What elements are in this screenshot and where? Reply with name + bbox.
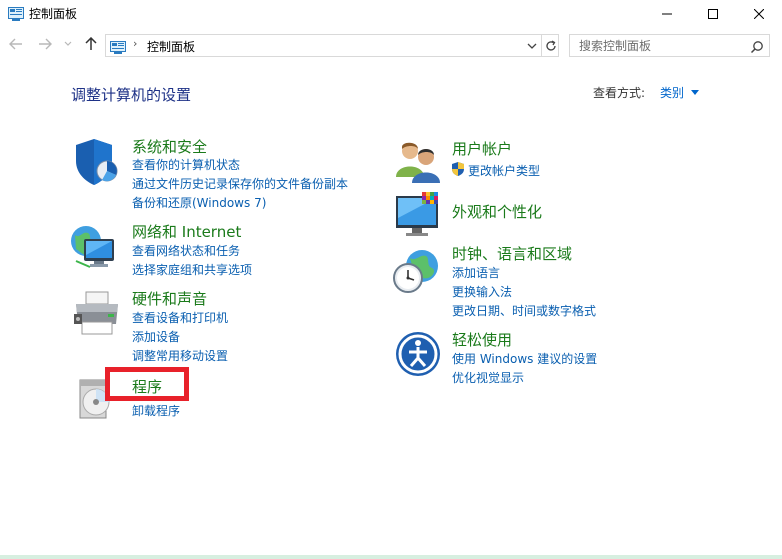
title-bar: 控制面板 xyxy=(0,0,782,28)
refresh-button[interactable] xyxy=(541,35,559,56)
link-homegroup-sharing[interactable]: 选择家庭组和共享选项 xyxy=(132,261,252,278)
view-by-label: 查看方式: xyxy=(593,86,646,100)
address-bar[interactable]: › 控制面板 xyxy=(105,34,559,57)
category-title-user-accounts[interactable]: 用户帐户 xyxy=(452,138,512,159)
minimize-button[interactable] xyxy=(644,0,690,28)
navigation-bar: › 控制面板 xyxy=(0,31,782,58)
link-add-language[interactable]: 添加语言 xyxy=(452,264,500,281)
recent-locations-button[interactable] xyxy=(62,35,74,53)
link-add-device[interactable]: 添加设备 xyxy=(132,328,180,345)
bottom-border xyxy=(0,555,782,559)
link-file-history-backup[interactable]: 通过文件历史记录保存你的文件备份副本 xyxy=(132,175,348,192)
link-change-input-method[interactable]: 更换输入法 xyxy=(452,283,512,300)
highlight-box xyxy=(105,367,189,401)
category-title-hardware-sound[interactable]: 硬件和声音 xyxy=(132,288,207,309)
link-uninstall-program[interactable]: 卸载程序 xyxy=(132,402,180,419)
page-title: 调整计算机的设置 xyxy=(71,86,192,104)
category-title-network-internet[interactable]: 网络和 Internet xyxy=(132,221,241,242)
category-title-ease-of-access[interactable]: 轻松使用 xyxy=(452,329,512,350)
printer-icon[interactable] xyxy=(72,288,122,338)
link-view-computer-status[interactable]: 查看你的计算机状态 xyxy=(132,156,240,173)
search-input[interactable] xyxy=(571,36,741,55)
close-button[interactable] xyxy=(736,0,782,28)
control-panel-icon xyxy=(110,39,126,54)
users-icon[interactable] xyxy=(394,137,444,187)
link-date-time-format[interactable]: 更改日期、时间或数字格式 xyxy=(452,302,596,319)
search-box[interactable] xyxy=(569,34,770,57)
link-optimize-visual-display[interactable]: 优化视觉显示 xyxy=(452,369,524,386)
up-button[interactable] xyxy=(82,35,100,53)
search-icon[interactable] xyxy=(750,39,764,54)
link-view-network-status[interactable]: 查看网络状态和任务 xyxy=(132,242,240,259)
view-by-caret-icon[interactable] xyxy=(691,90,699,95)
link-change-account-type[interactable]: 更改帐户类型 xyxy=(468,162,540,179)
breadcrumb-control-panel[interactable]: 控制面板 xyxy=(147,38,195,55)
chevron-down-icon[interactable] xyxy=(525,39,539,53)
link-windows-suggested-settings[interactable]: 使用 Windows 建议的设置 xyxy=(452,350,597,367)
category-title-appearance[interactable]: 外观和个性化 xyxy=(452,201,542,222)
link-mobility-settings[interactable]: 调整常用移动设置 xyxy=(132,347,228,364)
shield-icon[interactable] xyxy=(72,137,122,187)
breadcrumb-separator[interactable]: › xyxy=(133,37,137,50)
maximize-button[interactable] xyxy=(690,0,736,28)
ease-of-access-icon[interactable] xyxy=(394,330,444,380)
category-title-clock-language-region[interactable]: 时钟、语言和区域 xyxy=(452,243,572,264)
category-title-system-security[interactable]: 系统和安全 xyxy=(132,136,207,157)
clock-globe-icon[interactable] xyxy=(392,246,442,296)
control-panel-icon xyxy=(8,6,24,21)
window-title: 控制面板 xyxy=(29,7,78,21)
back-button[interactable] xyxy=(7,35,25,53)
view-by-dropdown[interactable]: 类别 xyxy=(660,84,684,101)
appearance-monitor-icon[interactable] xyxy=(394,190,444,240)
link-devices-printers[interactable]: 查看设备和打印机 xyxy=(132,309,228,326)
link-backup-restore[interactable]: 备份和还原(Windows 7) xyxy=(132,194,266,211)
forward-button[interactable] xyxy=(36,35,54,53)
network-globe-icon[interactable] xyxy=(70,221,120,271)
uac-shield-icon xyxy=(451,161,465,176)
